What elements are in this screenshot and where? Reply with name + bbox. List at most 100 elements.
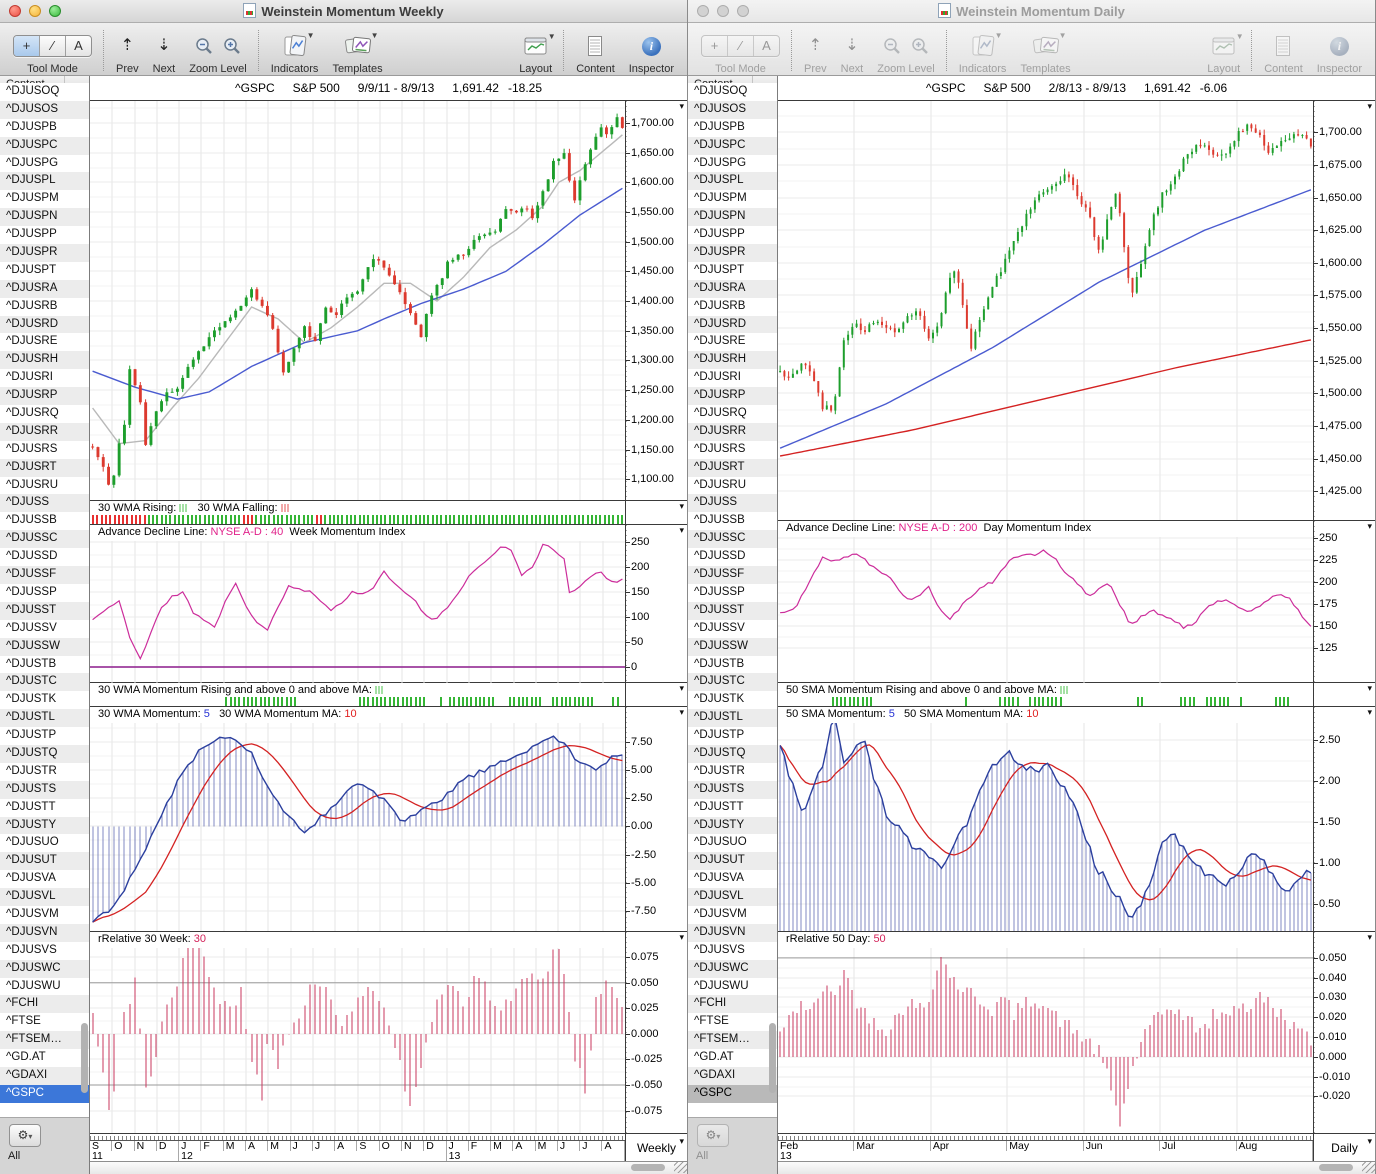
content-button[interactable]: Content [1257,26,1310,75]
titlebar[interactable]: Weinstein Momentum Weekly [0,0,687,23]
sidebar-item[interactable]: ^GD.AT [0,1049,89,1067]
sidebar-item[interactable]: ^DJUSPN [0,208,89,227]
sidebar-item[interactable]: ^FTSEM… [688,1031,777,1050]
relative-axis[interactable]: ▾ 0.075 0.050 0.025 0.000 -0.025 -0.050 -0.075 [625,932,687,1133]
momentum-chart[interactable] [90,723,625,932]
horizontal-scrollbar[interactable] [90,1161,687,1174]
sidebar-scrollbar[interactable] [81,1023,88,1093]
panel-menu-caret[interactable]: ▾ [1367,932,1372,942]
text-tool-button[interactable]: A [66,36,91,56]
sidebar-item[interactable]: ^DJUSPT [688,261,777,280]
crosshair-tool-button[interactable]: + [14,36,40,56]
crosshair-tool-button[interactable]: + [702,36,728,56]
sidebar-item[interactable]: ^DJUSTK [688,691,777,710]
line-tool-button[interactable]: ∕ [40,36,66,56]
sidebar-item[interactable]: ^DJUSTL [0,709,89,728]
next-button[interactable]: ⇣ Next [834,26,871,76]
sidebar-item[interactable]: ^DJUSRS [688,440,777,459]
zoom-in-icon[interactable] [911,37,929,55]
sidebar-item[interactable]: ^DJUSTB [688,655,777,674]
sidebar-item[interactable]: ^DJUSUO [688,834,777,853]
sidebar-item[interactable]: ^DJUSTY [688,816,777,835]
sidebar-item[interactable]: ^DJUSTP [688,727,777,745]
sidebar-item[interactable]: ^DJUSVS [0,941,89,960]
strip-axis[interactable]: ▾ [625,683,687,707]
sidebar-item[interactable]: ^DJUSTK [0,691,89,710]
sidebar-item[interactable]: ^DJUSVS [688,941,777,960]
zoom-out-icon[interactable] [195,37,213,55]
sidebar-item[interactable]: ^DJUSRI [688,369,777,388]
sidebar-item[interactable]: ^DJUSTC [688,673,777,692]
period-dropdown[interactable]: Weekly ▾ [625,1134,687,1161]
sidebar-item[interactable]: ^DJUSTC [0,673,89,692]
sidebar-item[interactable]: ^DJUSRQ [688,405,777,423]
strip-axis[interactable]: ▾ [1313,683,1375,707]
sidebar-item[interactable]: ^DJUSVL [0,888,89,906]
panel-menu-caret[interactable]: ▾ [679,932,684,942]
sidebar-item[interactable]: ^DJUSRH [688,351,777,370]
sidebar-item[interactable]: ^DJUSTT [688,798,777,817]
sidebar-item[interactable]: ^DJUSPL [688,172,777,191]
sidebar-item[interactable]: ^DJUSRB [0,297,89,316]
scrollbar-thumb[interactable] [631,1164,665,1171]
layout-button[interactable]: ▼ Layout [1200,26,1247,75]
sidebar-item[interactable]: ^DJUSPB [688,118,777,137]
zoom-out-icon[interactable] [883,37,901,55]
sidebar-item[interactable]: ^DJUSSD [688,548,777,567]
sidebar-item[interactable]: ^DJUSSC [0,530,89,549]
gear-menu-button[interactable]: ⚙▾ [697,1124,729,1147]
sidebar-item[interactable]: ^DJUSRP [0,387,89,406]
sidebar-item[interactable]: ^DJUSSP [0,583,89,602]
sidebar-item[interactable]: ^DJUSRI [0,369,89,388]
sidebar-item[interactable]: ^DJUSRA [688,279,777,298]
sidebar-item[interactable]: ^DJUSVN [688,923,777,942]
sidebar-item[interactable]: ^FCHI [0,995,89,1014]
sidebar-item[interactable]: ^FTSE [0,1013,89,1032]
sidebar-item[interactable]: ^DJUSST [0,601,89,620]
layout-button[interactable]: ▼ Layout [512,26,559,75]
ad-line-chart[interactable] [778,536,1313,683]
momentum-chart[interactable] [778,723,1313,932]
relative-strength-chart[interactable] [778,948,1313,1134]
sidebar-item[interactable]: ^DJUSPR [0,244,89,262]
ad-axis[interactable]: ▾ 250 200 150 100 50 0 [625,524,687,683]
line-tool-button[interactable]: ∕ [728,36,754,56]
sidebar-item[interactable]: ^DJUSPM [0,190,89,209]
indicators-button[interactable]: ▼ Indicators [952,26,1014,75]
content-button[interactable]: Content [569,26,622,75]
sidebar-item[interactable]: ^DJUSVA [688,870,777,889]
sidebar-item[interactable]: ^DJUSRU [688,476,777,495]
sidebar-item[interactable]: ^DJUSPC [0,136,89,155]
sidebar-item[interactable]: ^DJUSPP [0,226,89,245]
indicators-button[interactable]: ▼ Indicators [264,26,326,75]
sidebar-item[interactable]: ^DJUSTT [0,798,89,817]
sidebar-item[interactable]: ^DJUSPC [688,136,777,155]
sidebar-item[interactable]: ^DJUSPN [688,208,777,227]
sidebar-item[interactable]: ^DJUSRE [688,333,777,352]
prev-button[interactable]: ⇡ Prev [797,26,834,76]
period-dropdown[interactable]: Daily ▾ [1313,1134,1375,1162]
candlestick-chart[interactable] [90,100,625,500]
sidebar-item[interactable]: ^DJUSPG [688,154,777,173]
sidebar-item[interactable]: ^DJUSRR [688,422,777,441]
sidebar-item[interactable]: ^DJUSS [0,494,89,513]
sidebar-item[interactable]: ^DJUSWC [688,959,777,978]
sidebar-item[interactable]: ^DJUSSW [688,637,777,656]
scrollbar-thumb[interactable] [1319,1164,1353,1172]
sidebar-item[interactable]: ^DJUSSV [688,619,777,638]
sidebar-item[interactable]: ^DJUSRA [0,279,89,298]
sidebar-item[interactable]: ^DJUSWU [0,977,89,996]
ad-line-chart[interactable] [90,540,625,683]
relative-axis[interactable]: ▾ 0.050 0.040 0.030 0.020 0.010 0.000 -0.010 -0.… [1313,932,1375,1134]
sidebar-item[interactable]: ^DJUSPG [0,154,89,173]
sidebar-item[interactable]: ^DJUSRH [0,351,89,370]
sidebar-item[interactable]: ^DJUSWC [0,959,89,978]
sidebar-item[interactable]: ^DJUSVM [688,905,777,924]
sidebar-item[interactable]: ^DJUSSC [688,530,777,549]
gear-menu-button[interactable]: ⚙▾ [9,1124,41,1147]
inspector-button[interactable]: i Inspector [1310,26,1369,75]
candlestick-chart[interactable] [778,100,1313,520]
price-axis[interactable]: ▾ 1,700.00 1,675.00 1,650.00 1,625.00 1,600.0… [1313,100,1375,520]
templates-button[interactable]: ▼ Templates [1013,26,1077,75]
sidebar-item[interactable]: ^DJUSSD [0,548,89,567]
